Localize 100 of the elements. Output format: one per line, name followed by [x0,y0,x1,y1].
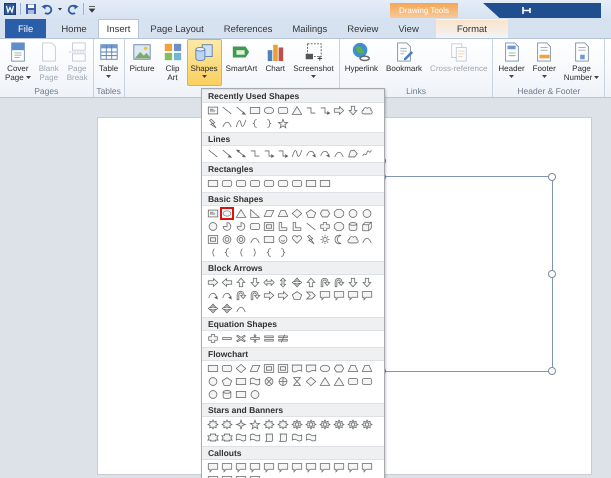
shape-option[interactable] [248,461,262,474]
shape-option[interactable] [220,375,234,388]
shape-option[interactable] [234,220,248,233]
shape-option[interactable] [290,375,304,388]
shape-option[interactable] [318,289,332,302]
redo-icon[interactable] [67,3,79,15]
ribbon-tab[interactable]: Format [436,19,508,38]
shape-option[interactable] [276,117,290,130]
shape-option[interactable] [318,375,332,388]
resize-handle[interactable] [548,270,556,278]
bookmark-button[interactable]: Bookmark [382,39,426,86]
shape-option[interactable] [220,362,234,375]
shape-option[interactable] [248,104,262,117]
ribbon-tab[interactable]: Home [52,19,96,38]
shape-option[interactable] [360,375,374,388]
shape-option[interactable] [262,418,276,431]
shape-option[interactable] [304,276,318,289]
shape-option[interactable] [304,375,318,388]
shape-option[interactable] [220,104,234,117]
shape-option[interactable] [318,461,332,474]
shape-option[interactable] [262,233,276,246]
shape-option[interactable] [262,104,276,117]
header-button[interactable]: Header [494,39,529,86]
shape-option[interactable] [234,461,248,474]
shape-option[interactable] [360,104,374,117]
shape-option[interactable] [332,289,346,302]
ribbon-tab[interactable]: References [214,19,282,38]
customize-toolbar-icon[interactable] [88,3,96,15]
ribbon-tab[interactable]: Insert [98,19,140,38]
shape-option[interactable] [206,147,220,160]
shape-option[interactable] [290,104,304,117]
shape-option[interactable] [206,461,220,474]
shape-option[interactable] [276,104,290,117]
shape-option[interactable] [346,207,360,220]
shape-option[interactable] [206,207,220,220]
shape-option[interactable] [346,233,360,246]
globe-button[interactable]: Hyperlink [340,39,382,86]
shape-option[interactable] [276,461,290,474]
shape-option[interactable] [304,461,318,474]
shape-option[interactable] [206,220,220,233]
shape-option[interactable] [248,177,262,190]
shape-option[interactable] [206,276,220,289]
shape-option[interactable] [220,418,234,431]
shape-option[interactable] [304,418,318,431]
shape-option[interactable] [346,276,360,289]
shape-option[interactable] [234,207,248,220]
clip-art-button[interactable]: Clip Art [158,39,187,86]
shape-option[interactable] [220,461,234,474]
shape-option[interactable] [332,461,346,474]
shape-option[interactable] [304,289,318,302]
shape-option[interactable] [206,332,220,345]
shape-option[interactable] [206,302,220,315]
shape-option[interactable] [290,177,304,190]
ribbon-tab[interactable]: Page Layout [141,19,213,38]
shape-option[interactable] [346,147,360,160]
shape-option[interactable] [318,418,332,431]
shape-option[interactable] [248,375,262,388]
resize-handle[interactable] [548,173,556,181]
chart-button[interactable]: Chart [261,39,290,86]
shape-option[interactable] [262,461,276,474]
shape-option[interactable] [360,276,374,289]
word-logo-icon[interactable] [4,3,16,15]
shape-option[interactable] [220,388,234,401]
shape-option[interactable] [304,177,318,190]
shape-option[interactable] [220,177,234,190]
shape-option[interactable] [234,276,248,289]
shape-option[interactable] [304,220,318,233]
shapes-button[interactable]: Shapes [186,39,222,86]
shape-option[interactable] [234,388,248,401]
shape-option[interactable] [276,332,290,345]
shape-option[interactable] [234,177,248,190]
shape-option[interactable] [234,289,248,302]
shape-option[interactable] [360,220,374,233]
cover-page-button[interactable]: Cover Page [1,39,35,86]
resize-handle[interactable] [548,367,556,375]
page-number-button[interactable]: Page Number [560,39,604,86]
shape-option[interactable] [248,362,262,375]
shape-option[interactable] [332,104,346,117]
shape-option[interactable] [206,375,220,388]
shape-option[interactable] [248,332,262,345]
shape-option[interactable] [276,418,290,431]
shape-option[interactable] [360,461,374,474]
shape-option[interactable] [290,461,304,474]
shape-option[interactable] [290,418,304,431]
shape-option[interactable] [206,104,220,117]
ribbon-tab[interactable]: Mailings [283,19,336,38]
table-button[interactable]: Table [94,39,123,86]
shape-option[interactable] [248,220,262,233]
undo-icon[interactable] [41,3,53,15]
footer-button[interactable]: Footer [528,39,560,86]
shape-option[interactable] [290,233,304,246]
shape-option[interactable] [206,431,220,444]
shape-option[interactable] [248,276,262,289]
shape-option[interactable] [220,220,234,233]
shape-option[interactable] [276,177,290,190]
shape-option[interactable] [234,418,248,431]
shape-option[interactable] [262,276,276,289]
shape-option[interactable] [220,147,234,160]
shape-option[interactable] [220,302,234,315]
shape-option[interactable] [234,104,248,117]
